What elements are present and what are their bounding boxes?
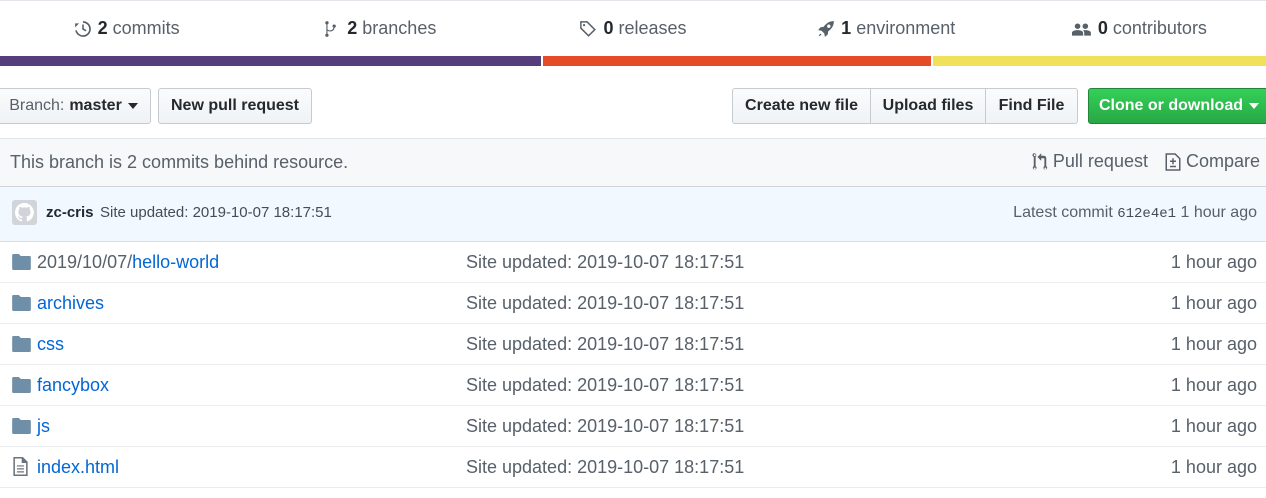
- commit-age: 1 hour ago: [1170, 416, 1257, 436]
- table-row: fancybox Site updated: 2019-10-07 18:17:…: [0, 365, 1266, 406]
- branches-link[interactable]: 2 branches: [253, 1, 506, 56]
- history-icon: [74, 20, 91, 37]
- table-row: archives Site updated: 2019-10-07 18:17:…: [0, 283, 1266, 324]
- language-segment[interactable]: [930, 56, 1266, 66]
- commit-message-link[interactable]: Site updated: 2019-10-07 18:17:51: [466, 334, 744, 355]
- branch-select-button[interactable]: Branch: master: [0, 88, 151, 124]
- language-segment[interactable]: [0, 56, 541, 66]
- compare-link[interactable]: Compare: [1164, 151, 1260, 172]
- infobar-actions: Pull request Compare: [1015, 151, 1260, 172]
- language-segment[interactable]: [540, 56, 931, 66]
- file-actions-group: Create new file Upload files Find File: [732, 88, 1078, 124]
- file-name-link[interactable]: js: [37, 416, 50, 437]
- latest-commit-info: Latest commit 612e4e1 1 hour ago: [1013, 204, 1257, 222]
- branch-name: master: [69, 97, 122, 114]
- commit-author-link[interactable]: zc-cris: [46, 204, 94, 221]
- diff-icon: [1165, 152, 1181, 171]
- repo-summary: 2 commits 2 branches 0 releases 1 enviro…: [0, 0, 1266, 56]
- contributors-count: 0: [1097, 18, 1108, 38]
- pull-request-link[interactable]: Pull request: [1031, 151, 1148, 172]
- table-row: css Site updated: 2019-10-07 18:17:51 1 …: [0, 324, 1266, 365]
- commit-age: 1 hour ago: [1170, 334, 1257, 354]
- branch-behind-message: This branch is 2 commits behind resource…: [10, 152, 349, 172]
- clone-or-download-button[interactable]: Clone or download: [1088, 88, 1266, 124]
- caret-down-icon: [1249, 103, 1259, 109]
- file-icon: [13, 457, 28, 476]
- compare-label: Compare: [1185, 151, 1260, 171]
- contributors-link[interactable]: 0 contributors: [1013, 1, 1266, 56]
- folder-icon: [12, 254, 31, 270]
- commits-label: commits: [112, 18, 180, 38]
- releases-label: releases: [618, 18, 687, 38]
- file-list: 2019/10/07/hello-world Site updated: 201…: [0, 242, 1266, 488]
- table-row: index.html Site updated: 2019-10-07 18:1…: [0, 447, 1266, 488]
- find-file-button[interactable]: Find File: [986, 88, 1078, 124]
- releases-count: 0: [603, 18, 614, 38]
- latest-commit-prefix: Latest commit: [1013, 204, 1113, 221]
- file-name: hello-world: [132, 252, 220, 272]
- people-icon: [1071, 22, 1091, 36]
- avatar[interactable]: [12, 200, 37, 225]
- tag-icon: [580, 20, 597, 37]
- new-pull-request-button[interactable]: New pull request: [158, 88, 312, 124]
- branches-count: 2: [347, 18, 358, 38]
- commits-count: 2: [97, 18, 108, 38]
- commit-message-link[interactable]: Site updated: 2019-10-07 18:17:51: [466, 375, 744, 396]
- environment-count: 1: [841, 18, 852, 38]
- clone-label: Clone or download: [1099, 97, 1243, 114]
- commit-age: 1 hour ago: [1170, 293, 1257, 313]
- file-name-link[interactable]: index.html: [37, 457, 119, 478]
- commit-sha-link[interactable]: 612e4e1: [1117, 206, 1176, 222]
- commit-message-link[interactable]: Site updated: 2019-10-07 18:17:51: [466, 416, 744, 437]
- table-row: js Site updated: 2019-10-07 18:17:51 1 h…: [0, 406, 1266, 447]
- environment-link[interactable]: 1 environment: [760, 1, 1013, 56]
- folder-icon: [12, 418, 31, 434]
- commits-link[interactable]: 2 commits: [0, 1, 253, 56]
- language-bar[interactable]: [0, 56, 1266, 66]
- releases-link[interactable]: 0 releases: [506, 1, 759, 56]
- folder-icon: [12, 336, 31, 352]
- commit-message-link[interactable]: Site updated: 2019-10-07 18:17:51: [466, 457, 744, 478]
- commit-age: 1 hour ago: [1180, 204, 1257, 221]
- table-row: 2019/10/07/hello-world Site updated: 201…: [0, 242, 1266, 283]
- folder-icon: [12, 377, 31, 393]
- latest-commit-bar: zc-cris Site updated: 2019-10-07 18:17:5…: [0, 187, 1266, 242]
- github-mark-icon: [15, 203, 34, 222]
- file-navigation: Branch: master New pull request Create n…: [0, 66, 1266, 138]
- branch-icon: [325, 20, 337, 37]
- commit-message-link[interactable]: Site updated: 2019-10-07 18:17:51: [466, 252, 744, 273]
- git-pull-request-icon: [1032, 152, 1048, 170]
- branch-infobar: This branch is 2 commits behind resource…: [0, 138, 1266, 187]
- pull-request-label: Pull request: [1052, 151, 1148, 171]
- file-name-link[interactable]: fancybox: [37, 375, 109, 396]
- directory-prefix: 2019/10/07/: [37, 252, 133, 272]
- file-name-link[interactable]: archives: [37, 293, 104, 314]
- commit-message-link[interactable]: Site updated: 2019-10-07 18:17:51: [100, 204, 332, 221]
- commit-age: 1 hour ago: [1170, 375, 1257, 395]
- upload-files-button[interactable]: Upload files: [871, 88, 986, 124]
- branches-label: branches: [362, 18, 437, 38]
- contributors-label: contributors: [1112, 18, 1207, 38]
- file-name-link[interactable]: 2019/10/07/hello-world: [37, 252, 219, 273]
- folder-icon: [12, 295, 31, 311]
- create-new-file-button[interactable]: Create new file: [732, 88, 871, 124]
- environment-label: environment: [856, 18, 956, 38]
- commit-message-link[interactable]: Site updated: 2019-10-07 18:17:51: [466, 293, 744, 314]
- file-name-link[interactable]: css: [37, 334, 64, 355]
- commit-age: 1 hour ago: [1170, 457, 1257, 477]
- branch-prefix: Branch:: [9, 97, 65, 114]
- commit-age: 1 hour ago: [1170, 252, 1257, 272]
- rocket-icon: [818, 20, 835, 37]
- caret-down-icon: [127, 103, 138, 109]
